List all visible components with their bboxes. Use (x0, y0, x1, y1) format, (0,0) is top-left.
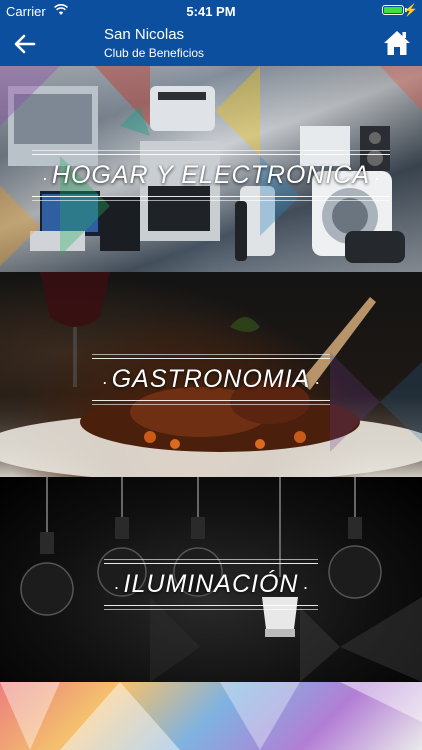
category-iluminacion[interactable]: · ILUMINACIÓN · (0, 477, 422, 682)
tile-veil (0, 682, 422, 750)
category-hogar-electronica[interactable]: · HOGAR Y ELECTRONICA · (0, 66, 422, 272)
category-label-frame: · ILUMINACIÓN · (103, 559, 319, 610)
category-label-wrap: · ILUMINACIÓN · (0, 559, 422, 610)
category-label-frame: · HOGAR Y ELECTRONICA · (31, 150, 391, 201)
category-label: GASTRONOMIA (111, 365, 311, 393)
page-subtitle: Club de Beneficios (104, 46, 205, 60)
category-label-wrap: · HOGAR Y ELECTRONICA · (0, 150, 422, 201)
category-label: HOGAR Y ELECTRONICA (51, 161, 371, 189)
status-time: 5:41 PM (186, 4, 236, 19)
category-partial-tile[interactable] (0, 682, 422, 750)
category-label-wrap: · GASTRONOMIA · (0, 354, 422, 405)
charging-icon: ⚡ (403, 3, 418, 17)
page-title: San Nicolas (104, 26, 185, 43)
navigation-bar: San Nicolas Club de Beneficios (0, 22, 422, 66)
battery-icon (382, 5, 404, 15)
arrow-left-icon[interactable] (12, 32, 38, 56)
category-label-frame: · GASTRONOMIA · (91, 354, 331, 405)
home-icon[interactable] (382, 28, 412, 58)
status-bar: Carrier 5:41 PM ⚡ (0, 0, 422, 22)
category-label: ILUMINACIÓN (123, 570, 299, 598)
app-header: Carrier 5:41 PM ⚡ San Nicolas Club de Be… (0, 0, 422, 66)
category-gastronomia[interactable]: · GASTRONOMIA · (0, 272, 422, 477)
